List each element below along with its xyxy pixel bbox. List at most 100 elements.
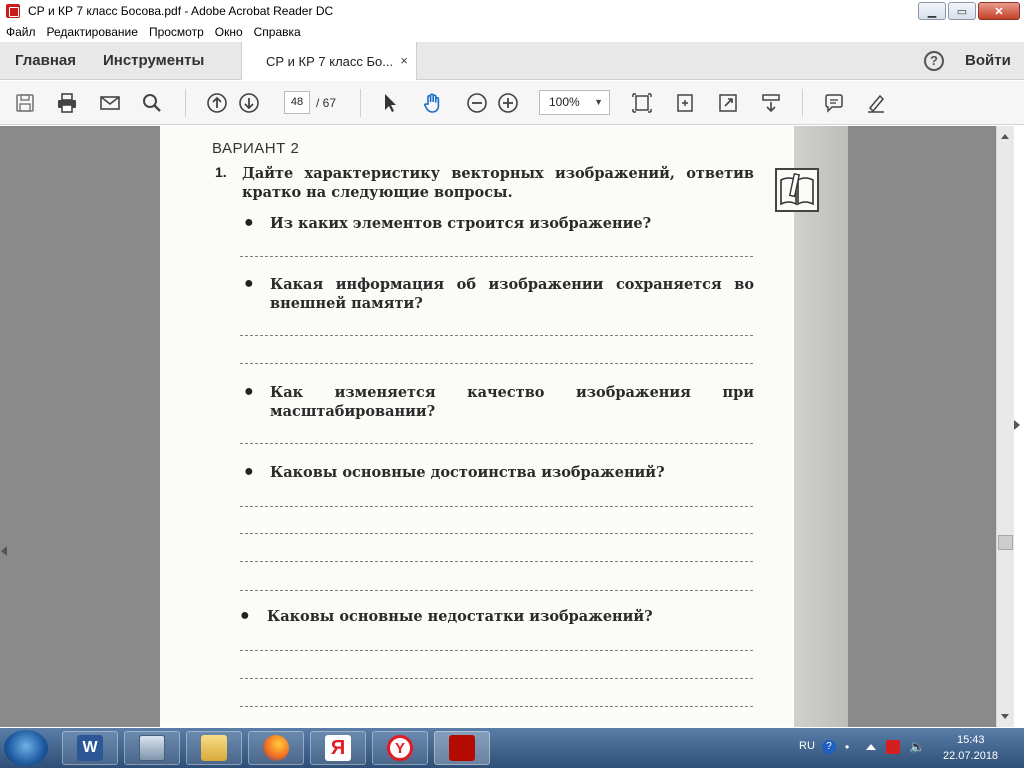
- window-controls: ▁ ▭ ✕: [918, 2, 1020, 20]
- bullet-question: Каковы основные достоинства изображений?: [270, 464, 665, 481]
- clock-time[interactable]: 15:43: [957, 734, 985, 746]
- bullet-question: Как изменяется качество изображения при …: [270, 384, 754, 420]
- email-icon[interactable]: [98, 91, 122, 115]
- question-number: 1.: [215, 164, 227, 180]
- language-indicator[interactable]: RU: [799, 740, 815, 752]
- scroll-up-icon[interactable]: [1001, 134, 1009, 139]
- page-rotate-icon[interactable]: [673, 91, 697, 115]
- sign-in-button[interactable]: Войти: [965, 52, 1011, 69]
- menu-edit[interactable]: Редактирование: [47, 25, 138, 39]
- nav-bar: Главная Инструменты СР и КР 7 класс Бо..…: [0, 42, 1024, 80]
- variant-heading: ВАРИАНТ 2: [212, 140, 300, 157]
- pdf-page: ВАРИАНТ 2 1. Дайте характеристику вектор…: [160, 126, 848, 727]
- taskbar-yandex-browser[interactable]: Y: [372, 731, 428, 765]
- taskbar-computer[interactable]: [124, 731, 180, 765]
- bullet-question: Какая информация об изображении сохраняе…: [270, 276, 754, 312]
- antivirus-tray-icon[interactable]: [886, 740, 900, 754]
- taskbar-word[interactable]: W: [62, 731, 118, 765]
- zoom-in-icon[interactable]: [496, 91, 520, 115]
- tab-home[interactable]: Главная: [15, 52, 76, 69]
- menu-view[interactable]: Просмотр: [149, 25, 204, 39]
- maximize-button[interactable]: ▭: [948, 2, 976, 20]
- toolbar-separator: [185, 89, 186, 117]
- document-tab-label: СР и КР 7 класс Бо...: [266, 53, 394, 69]
- help-icon[interactable]: ?: [924, 51, 944, 71]
- page-fold-shadow: [794, 126, 848, 727]
- tray-dot-icon: •: [845, 740, 850, 754]
- select-cursor-icon[interactable]: [378, 91, 402, 115]
- vertical-scrollbar[interactable]: [996, 126, 1014, 727]
- book-pencil-icon: [775, 168, 819, 212]
- tab-tools[interactable]: Инструменты: [103, 52, 204, 69]
- toolbar-separator: [802, 89, 803, 117]
- bullet: ●: [240, 607, 250, 624]
- taskbar-yandex[interactable]: Я: [310, 731, 366, 765]
- menu-help[interactable]: Справка: [254, 25, 301, 39]
- yandex-icon: Я: [325, 735, 351, 761]
- answer-line: [240, 590, 753, 591]
- scroll-mode-icon[interactable]: [759, 91, 783, 115]
- answer-line: [240, 706, 753, 707]
- zoom-select[interactable]: 100% ▼: [539, 90, 610, 115]
- left-panel-toggle-icon[interactable]: [1, 546, 7, 556]
- menu-window[interactable]: Окно: [215, 25, 243, 39]
- help-tray-icon[interactable]: ?: [822, 740, 836, 754]
- tray-expand-icon[interactable]: [866, 744, 876, 750]
- start-button[interactable]: [4, 730, 48, 766]
- bullet: ●: [244, 275, 254, 292]
- toolbar-separator: [360, 89, 361, 117]
- prev-page-icon[interactable]: [205, 91, 229, 115]
- menu-bar: Файл Редактирование Просмотр Окно Справк…: [0, 22, 1024, 42]
- yandex-browser-icon: Y: [387, 735, 413, 761]
- search-icon[interactable]: [140, 91, 164, 115]
- fit-page-icon[interactable]: [630, 91, 654, 115]
- hand-tool-icon[interactable]: [421, 91, 445, 115]
- document-tab[interactable]: СР и КР 7 класс Бо... ×: [241, 42, 417, 80]
- answer-line: [240, 443, 753, 444]
- bullet: ●: [244, 214, 254, 231]
- answer-line: [240, 561, 753, 562]
- right-panel-toggle-icon[interactable]: [1014, 420, 1020, 430]
- bullet-question: Каковы основные недостатки изображений?: [267, 608, 653, 625]
- title-bar: СР и КР 7 класс Босова.pdf - Adobe Acrob…: [0, 0, 1024, 22]
- acrobat-app-icon: [6, 4, 20, 18]
- zoom-value: 100%: [549, 95, 580, 109]
- bullet: ●: [244, 383, 254, 400]
- chevron-down-icon: ▼: [594, 97, 603, 107]
- fullscreen-icon[interactable]: [716, 91, 740, 115]
- firefox-icon: [263, 735, 289, 761]
- word-icon: W: [77, 735, 103, 761]
- close-window-button[interactable]: ✕: [978, 2, 1020, 20]
- answer-line: [240, 533, 753, 534]
- highlight-icon[interactable]: [864, 91, 888, 115]
- print-icon[interactable]: [55, 91, 79, 115]
- minimize-button[interactable]: ▁: [918, 2, 946, 20]
- zoom-out-icon[interactable]: [465, 91, 489, 115]
- explorer-icon: [201, 735, 227, 761]
- volume-icon[interactable]: 🔈: [909, 740, 925, 754]
- close-tab-icon[interactable]: ×: [400, 53, 408, 68]
- next-page-icon[interactable]: [237, 91, 261, 115]
- clock-date[interactable]: 22.07.2018: [943, 750, 998, 762]
- answer-line: [240, 363, 753, 364]
- taskbar: W Я Y RU ? • 🔈 15:43 22.07.2018: [0, 728, 1024, 768]
- answer-line: [240, 678, 753, 679]
- menu-file[interactable]: Файл: [6, 25, 36, 39]
- page-total: / 67: [316, 96, 337, 110]
- taskbar-explorer[interactable]: [186, 731, 242, 765]
- toolbar: 48 / 67: [0, 81, 1024, 125]
- page-number-input[interactable]: 48: [284, 91, 310, 114]
- comment-icon[interactable]: [822, 91, 846, 115]
- taskbar-firefox[interactable]: [248, 731, 304, 765]
- taskbar-acrobat[interactable]: [434, 731, 490, 765]
- acrobat-icon: [449, 735, 475, 761]
- save-icon[interactable]: [13, 91, 37, 115]
- bullet-question: Из каких элементов строится изображение?: [270, 215, 652, 232]
- answer-line: [240, 506, 753, 507]
- scroll-thumb[interactable]: [998, 535, 1013, 550]
- answer-line: [240, 335, 753, 336]
- bullet: ●: [244, 463, 254, 480]
- scroll-down-icon[interactable]: [1001, 714, 1009, 719]
- answer-line: [240, 650, 753, 651]
- computer-icon: [139, 735, 165, 761]
